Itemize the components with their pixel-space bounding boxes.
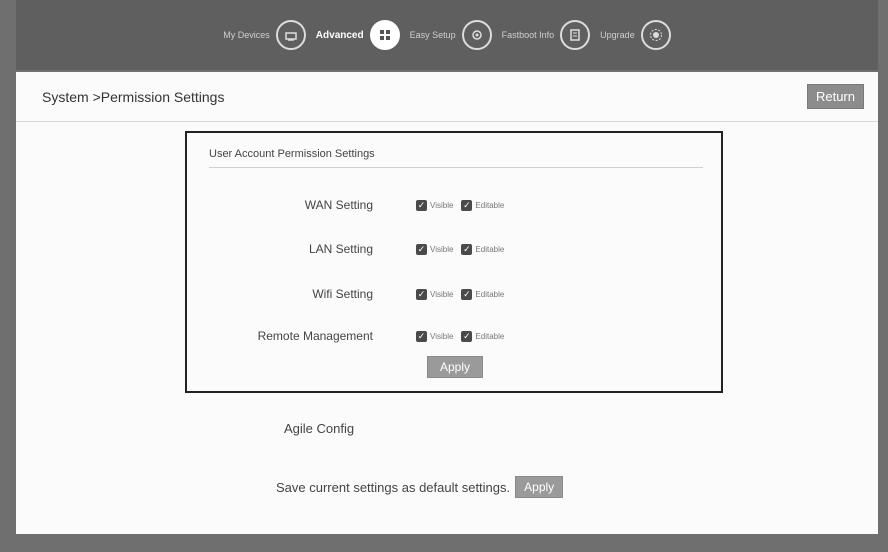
permission-settings-box: User Account Permission Settings WAN Set… [185, 131, 723, 393]
permission-section-title: User Account Permission Settings [209, 148, 375, 160]
permissions-apply-button[interactable]: Apply [427, 356, 484, 378]
checkbox-label: Visible [430, 331, 454, 341]
return-button[interactable]: Return [806, 84, 864, 109]
checked-icon: ✓ [461, 288, 473, 300]
checkbox-label: Editable [475, 331, 505, 341]
nav-label: Advanced [315, 29, 364, 41]
permission-row-wan: WAN Setting ✓ Visible ✓ Editable [187, 195, 725, 215]
checked-icon: ✓ [416, 330, 427, 342]
permission-row-lan: LAN Setting ✓ Visible ✓ Editable [187, 239, 725, 259]
save-defaults-text: Save current settings as default setting… [276, 479, 511, 495]
remote-visible-checkbox[interactable]: ✓ Visible [416, 330, 454, 342]
checked-icon: ✓ [416, 199, 427, 211]
info-icon [560, 20, 591, 50]
wan-editable-checkbox[interactable]: ✓ Editable [461, 199, 505, 211]
nav-upgrade[interactable]: Upgrade [600, 20, 671, 50]
row-label: Wifi Setting [312, 287, 373, 301]
devices-icon [275, 20, 306, 50]
permission-row-remote: Remote Management ✓ Visible ✓ Editable [187, 326, 725, 346]
nav-fastboot-info[interactable]: Fastboot Info [502, 20, 591, 50]
checked-icon: ✓ [416, 243, 427, 255]
top-navigation: My Devices Advanced Easy Setup Fastboot … [16, 0, 878, 70]
main-panel: System >Permission Settings Return User … [16, 72, 878, 534]
upgrade-icon [640, 20, 671, 50]
agile-config-label: Agile Config [284, 421, 355, 436]
nav-my-devices[interactable]: My Devices [223, 20, 306, 50]
wifi-editable-checkbox[interactable]: ✓ Editable [461, 288, 505, 300]
advanced-icon [369, 20, 400, 50]
permission-row-wifi: Wifi Setting ✓ Visible ✓ Editable [187, 284, 725, 304]
wifi-visible-checkbox[interactable]: ✓ Visible [416, 288, 454, 300]
panel-header: System >Permission Settings Return [16, 72, 878, 122]
lan-visible-checkbox[interactable]: ✓ Visible [416, 243, 454, 255]
checkbox-label: Editable [475, 244, 505, 254]
checkbox-label: Editable [475, 289, 505, 299]
lan-editable-checkbox[interactable]: ✓ Editable [461, 243, 505, 255]
checked-icon: ✓ [461, 199, 473, 211]
checked-icon: ✓ [461, 243, 473, 255]
save-defaults-apply-button[interactable]: Apply [515, 476, 564, 498]
checkbox-label: Visible [430, 200, 454, 210]
checked-icon: ✓ [461, 330, 473, 342]
checked-icon: ✓ [416, 288, 427, 300]
nav-advanced[interactable]: Advanced [316, 20, 400, 50]
checkbox-label: Editable [475, 200, 505, 210]
nav-label: Easy Setup [409, 30, 456, 40]
remote-editable-checkbox[interactable]: ✓ Editable [461, 330, 505, 342]
checkbox-label: Visible [430, 289, 454, 299]
nav-easy-setup[interactable]: Easy Setup [410, 20, 492, 50]
nav-label: Upgrade [600, 30, 635, 40]
row-label: Remote Management [257, 329, 373, 343]
row-label: WAN Setting [304, 198, 373, 212]
row-label: LAN Setting [308, 242, 373, 256]
setup-icon [461, 20, 492, 50]
save-defaults-row: Save current settings as default setting… [276, 476, 564, 498]
nav-label: My Devices [223, 30, 270, 40]
wan-visible-checkbox[interactable]: ✓ Visible [416, 199, 454, 211]
breadcrumb: System >Permission Settings [42, 88, 225, 105]
divider [209, 167, 703, 168]
checkbox-label: Visible [430, 244, 454, 254]
nav-label: Fastboot Info [501, 30, 555, 40]
